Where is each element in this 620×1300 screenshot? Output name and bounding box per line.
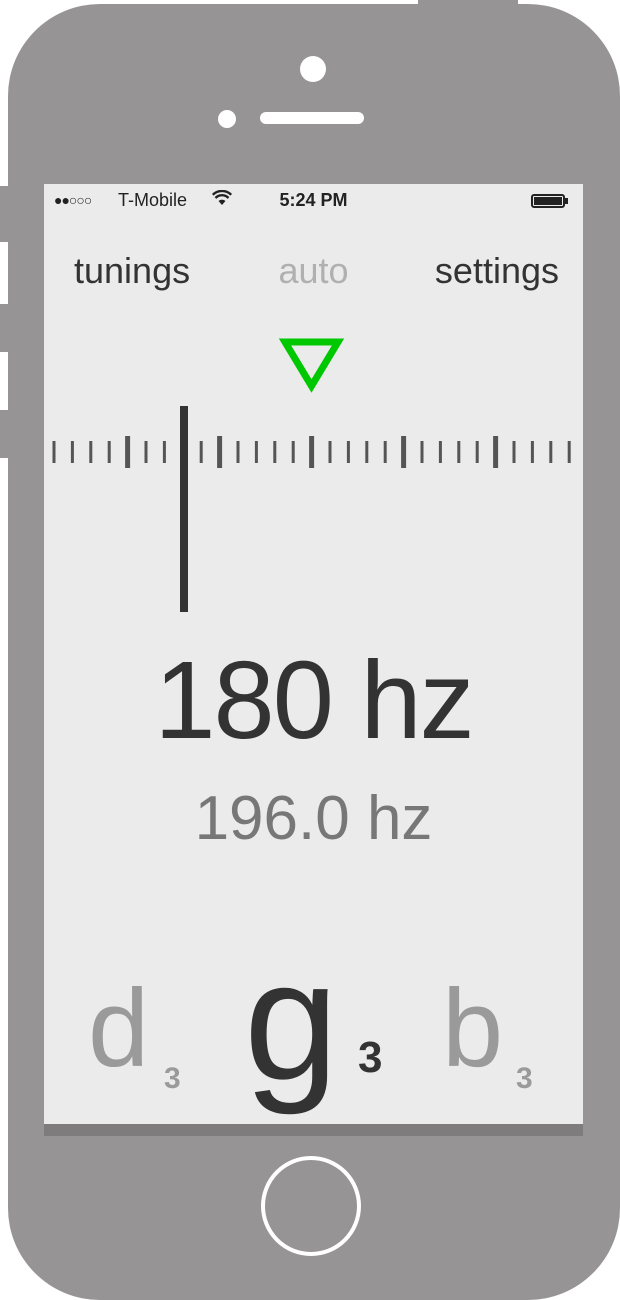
battery-icon — [531, 194, 565, 208]
scale-tick — [309, 436, 315, 468]
pitch-needle — [180, 406, 188, 612]
scale-tick — [254, 441, 258, 463]
status-bar: ●●○○○ T-Mobile 5:24 PM — [44, 184, 583, 218]
app-screen: ●●○○○ T-Mobile 5:24 PM tunings auto sett… — [44, 184, 583, 1124]
scale-tick — [89, 441, 93, 463]
scale-tick — [162, 441, 166, 463]
scale-tick — [52, 441, 56, 463]
scale-tick — [475, 441, 479, 463]
scale-tick — [291, 441, 295, 463]
scale-tick — [438, 441, 442, 463]
scale-tick — [70, 441, 74, 463]
scale-tick — [236, 441, 240, 463]
target-indicator-icon — [278, 338, 345, 393]
next-note-octave: 3 — [516, 1062, 533, 1095]
scale-tick — [273, 441, 277, 463]
target-frequency: 196.0 hz — [194, 784, 433, 853]
scale-tick — [107, 441, 111, 463]
earpiece-speaker — [260, 112, 364, 124]
battery-cap — [565, 198, 568, 204]
scale-tick — [346, 441, 350, 463]
scale-tick — [383, 441, 387, 463]
detected-frequency: 180 hz — [154, 639, 474, 762]
tuning-scale — [52, 338, 571, 612]
front-camera — [300, 56, 326, 82]
scale-tick — [217, 436, 223, 468]
clock: 5:24 PM — [279, 190, 348, 210]
scale-tick — [125, 436, 131, 468]
settings-button[interactable]: settings — [435, 250, 559, 292]
current-note: g — [244, 926, 339, 1116]
home-button[interactable] — [261, 1156, 361, 1256]
previous-note-octave: 3 — [164, 1062, 181, 1095]
scale-tick — [144, 441, 148, 463]
scale-tick — [549, 441, 553, 463]
scale-tick — [512, 441, 516, 463]
proximity-sensor — [218, 110, 236, 128]
next-note[interactable]: b — [442, 974, 503, 1084]
previous-note[interactable]: d — [88, 974, 149, 1084]
scale-tick — [567, 441, 571, 463]
current-note-octave: 3 — [358, 1033, 383, 1082]
scale-tick — [420, 441, 424, 463]
scale-tick — [365, 441, 369, 463]
scale-tick — [328, 441, 332, 463]
scale-tick — [493, 436, 499, 468]
scale-tick — [199, 441, 203, 463]
scale-tick — [401, 436, 407, 468]
scale-tick — [457, 441, 461, 463]
scale-tick — [530, 441, 534, 463]
screen-shadow — [44, 1124, 583, 1136]
